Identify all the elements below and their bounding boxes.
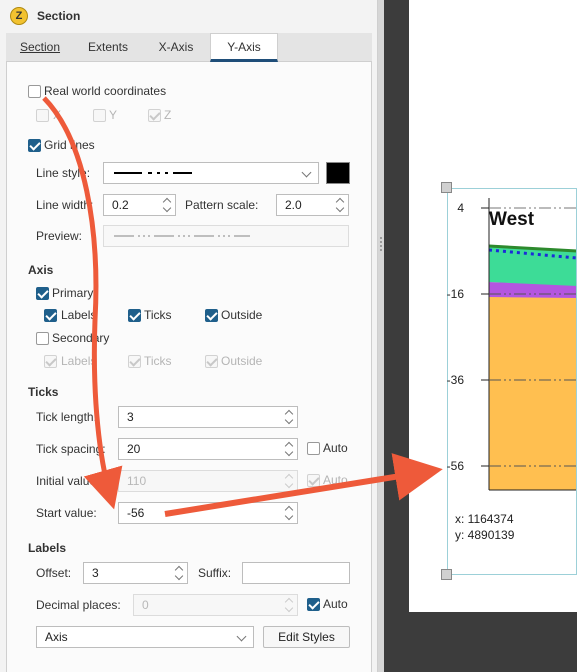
arrow-curved-icon (42, 96, 123, 510)
annotation-arrows (42, 96, 443, 517)
arrow-straight-icon (164, 453, 443, 517)
